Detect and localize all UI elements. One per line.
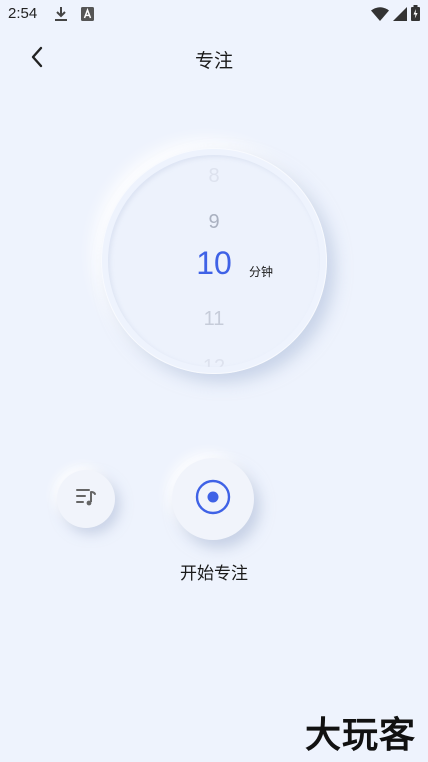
signal-icon — [393, 6, 407, 25]
record-icon — [194, 478, 232, 520]
start-focus-label: 开始专注 — [180, 564, 248, 584]
minute-unit-label: 分钟 — [249, 265, 274, 279]
minute-option[interactable]: 9 — [108, 211, 320, 234]
header: 专注 — [0, 38, 428, 82]
page-title: 专注 — [194, 50, 233, 72]
music-playlist-button[interactable] — [57, 470, 115, 528]
battery-icon — [411, 5, 420, 25]
start-focus-button[interactable] — [172, 458, 254, 540]
time-picker-wheel[interactable]: 8 9 10 分钟 11 12 — [108, 155, 320, 367]
minute-option-selected[interactable]: 10 — [108, 245, 320, 282]
download-icon — [54, 6, 68, 26]
watermark-logo: 大玩客 — [304, 715, 416, 756]
wifi-icon — [371, 6, 389, 25]
status-right-icons — [371, 5, 420, 25]
minute-option[interactable]: 8 — [108, 165, 320, 188]
minute-option[interactable]: 11 — [108, 308, 320, 331]
a-badge-icon — [81, 6, 94, 25]
time-picker-dial[interactable]: 8 9 10 分钟 11 12 — [101, 148, 327, 374]
playlist-music-icon — [74, 486, 98, 512]
status-bar: 2:54 — [0, 0, 428, 30]
focus-screen: 2:54 专注 8 9 10 分钟 11 12 开始专注 大玩客 — [0, 0, 428, 762]
status-time: 2:54 — [8, 5, 38, 22]
minute-option[interactable]: 12 — [108, 356, 320, 367]
